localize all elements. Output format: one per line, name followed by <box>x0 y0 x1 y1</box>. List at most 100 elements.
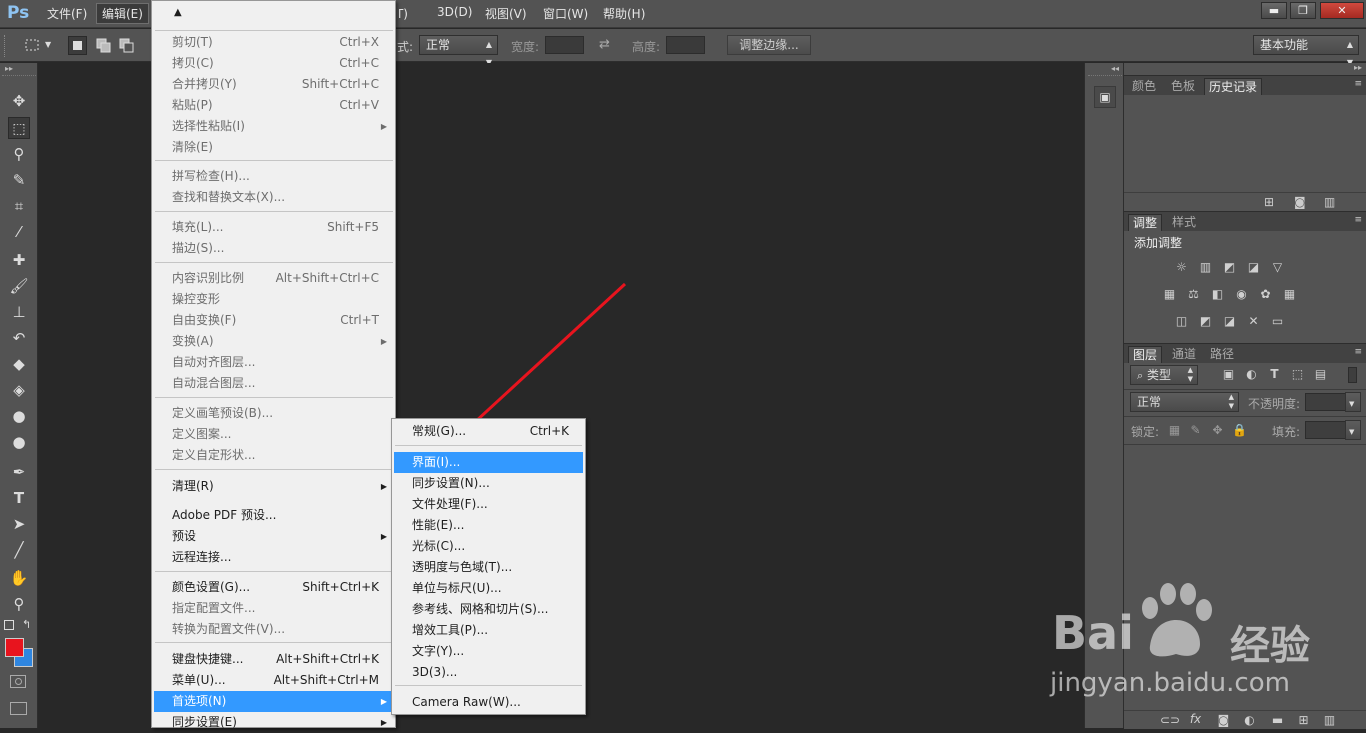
edit-menu-item[interactable]: 颜色设置(G)... Shift+Ctrl+K <box>154 577 393 598</box>
trash-icon[interactable]: ▥ <box>1324 195 1335 209</box>
scroll-up-arrow[interactable]: ▲ <box>174 7 182 18</box>
hand-tool-icon[interactable]: ✋ <box>8 567 30 589</box>
edit-menu-item[interactable]: 内容识别比例 Alt+Shift+Ctrl+C <box>154 268 393 289</box>
new-document-from-state-icon[interactable]: ⊞ <box>1264 195 1274 209</box>
edit-menu-item[interactable]: 合并拷贝(Y) Shift+Ctrl+C <box>154 74 393 95</box>
lock-position-icon[interactable]: ✥ <box>1210 424 1225 437</box>
new-layer-icon[interactable]: ⊞ <box>1296 714 1311 727</box>
menu-edit[interactable]: 编辑(E) <box>96 3 149 24</box>
selection-mode-new[interactable] <box>68 36 87 55</box>
marquee-tool-icon[interactable]: ⬚ <box>8 117 30 139</box>
edit-menu-item[interactable]: 自动对齐图层... <box>154 352 393 373</box>
edit-menu-item[interactable]: 查找和替换文本(X)... <box>154 187 393 208</box>
filter-toggle[interactable] <box>1348 367 1357 383</box>
tab-styles[interactable]: 样式 <box>1168 214 1200 231</box>
edit-menu-item[interactable]: 变换(A) ▶ <box>154 331 393 352</box>
filter-smart-object-icon[interactable]: ▤ <box>1313 368 1328 381</box>
panel-menu-icon[interactable]: ≡ <box>1354 347 1362 357</box>
edit-menu-item[interactable]: 定义自定形状... <box>154 445 393 466</box>
new-adjustment-layer-icon[interactable]: ◐ <box>1242 714 1257 727</box>
subtract-selection-icon[interactable] <box>119 38 135 54</box>
eraser-tool-icon[interactable]: ◆ <box>8 353 30 375</box>
opacity-dropdown[interactable]: ▼ <box>1345 392 1361 412</box>
invert-icon[interactable]: ◫ <box>1174 315 1189 328</box>
width-input[interactable] <box>545 36 584 54</box>
color-lookup-icon[interactable]: ▦ <box>1282 288 1297 301</box>
levels-icon[interactable]: ▥ <box>1198 261 1213 274</box>
minimize-button[interactable]: ▬ <box>1261 2 1287 19</box>
panel-menu-icon[interactable]: ≡ <box>1354 79 1362 89</box>
workspace-select[interactable]: 基本功能▲▼ <box>1253 35 1359 67</box>
preferences-menu-item[interactable]: Camera Raw(W)... <box>394 692 583 713</box>
new-group-icon[interactable]: ▬ <box>1270 714 1285 727</box>
panel-menu-icon[interactable]: ≡ <box>1354 215 1362 225</box>
edit-menu-item[interactable]: 选择性粘贴(I) ▶ <box>154 116 393 137</box>
edit-menu-item[interactable]: 键盘快捷键... Alt+Shift+Ctrl+K <box>154 649 393 670</box>
tab-adjustments[interactable]: 调整 <box>1128 214 1163 231</box>
swap-icon[interactable]: ⇄ <box>599 37 610 52</box>
edit-menu-item[interactable]: 清理(R) ▶ <box>154 476 393 497</box>
edit-menu-item[interactable]: 操控变形 <box>154 289 393 310</box>
edit-menu-item[interactable]: 拼写检查(H)... <box>154 166 393 187</box>
color-balance-icon[interactable]: ⚖ <box>1186 288 1201 301</box>
collapse-tools-icon[interactable]: ▸▸ <box>5 64 13 73</box>
exposure-icon[interactable]: ◪ <box>1246 261 1261 274</box>
zoom-tool-icon[interactable]: ⚲ <box>8 593 30 615</box>
foreground-color-swatch[interactable] <box>5 638 24 657</box>
preferences-menu-item[interactable]: 同步设置(N)... <box>394 473 583 494</box>
filter-shape-icon[interactable]: ⬚ <box>1290 368 1305 381</box>
preferences-menu-item[interactable]: 界面(I)... <box>394 452 583 473</box>
brightness-icon[interactable]: ☼ <box>1174 261 1189 274</box>
filter-pixel-icon[interactable]: ▣ <box>1221 368 1236 381</box>
lock-image-icon[interactable]: ✎ <box>1188 424 1203 437</box>
edit-menu-item[interactable]: 菜单(U)... Alt+Shift+Ctrl+M <box>154 670 393 691</box>
preferences-menu-item[interactable]: 文字(Y)... <box>394 641 583 662</box>
menu-view[interactable]: 视图(V) <box>485 5 527 22</box>
menu-file[interactable]: 文件(F) <box>47 5 87 22</box>
quick-mask-icon[interactable] <box>10 675 26 688</box>
menu-3d[interactable]: 3D(D) <box>437 5 472 19</box>
delete-layer-icon[interactable]: ▥ <box>1322 714 1337 727</box>
black-white-icon[interactable]: ◧ <box>1210 288 1225 301</box>
preferences-menu-item[interactable]: 透明度与色域(T)... <box>394 557 583 578</box>
preferences-menu-item[interactable]: 常规(G)... Ctrl+K <box>394 421 583 442</box>
blend-mode-select[interactable]: 正常 ▲ ▼ <box>1130 392 1239 412</box>
brush-tool-icon[interactable]: 🖌 <box>8 275 30 297</box>
close-button[interactable]: ✕ <box>1320 2 1364 19</box>
tab-channels[interactable]: 通道 <box>1168 346 1200 363</box>
tab-history[interactable]: 历史记录 <box>1204 78 1263 95</box>
vibrance-icon[interactable]: ▽ <box>1270 261 1285 274</box>
fx-icon[interactable]: fx <box>1188 713 1203 726</box>
opacity-input[interactable] <box>1305 393 1346 411</box>
default-colors-icon[interactable] <box>4 620 14 630</box>
edit-menu-item[interactable]: 清除(E) <box>154 137 393 158</box>
menu-window[interactable]: 窗口(W) <box>543 5 588 22</box>
threshold-icon[interactable]: ◪ <box>1222 315 1237 328</box>
history-brush-tool-icon[interactable]: ↶ <box>8 327 30 349</box>
edit-menu-item[interactable]: 自由变换(F) Ctrl+T <box>154 310 393 331</box>
edit-menu-item[interactable]: 粘贴(P) Ctrl+V <box>154 95 393 116</box>
type-tool-icon[interactable]: T <box>8 487 30 509</box>
fill-dropdown[interactable]: ▼ <box>1345 420 1361 440</box>
collapse-panels-icon[interactable]: ▸▸ <box>1354 63 1362 72</box>
tab-swatches[interactable]: 色板 <box>1167 78 1199 95</box>
photo-filter-icon[interactable]: ◉ <box>1234 288 1249 301</box>
fill-input[interactable] <box>1305 421 1346 439</box>
move-tool-icon[interactable]: ✥ <box>8 90 30 112</box>
lock-all-icon[interactable]: 🔒 <box>1232 424 1247 437</box>
edit-menu-item[interactable]: 首选项(N) ▶ <box>154 691 393 712</box>
eyedropper-tool-icon[interactable]: ⁄ <box>8 221 30 243</box>
gradient-map-icon[interactable]: ▭ <box>1270 315 1285 328</box>
pen-tool-icon[interactable]: ✒ <box>8 461 30 483</box>
edit-menu-item[interactable]: 远程连接... <box>154 547 393 568</box>
height-input[interactable] <box>666 36 705 54</box>
filter-type-icon[interactable]: T <box>1267 368 1282 381</box>
link-layers-icon[interactable]: ⊂⊃ <box>1160 714 1180 727</box>
screen-mode-icon[interactable] <box>10 702 27 715</box>
preferences-menu-item[interactable]: 3D(3)... <box>394 662 583 683</box>
info-panel-icon[interactable]: ▣ <box>1094 86 1116 108</box>
edit-menu-item[interactable]: 同步设置(E) ▶ <box>154 712 393 733</box>
edit-menu-item[interactable]: 预设 ▶ <box>154 526 393 547</box>
filter-adjustment-icon[interactable]: ◐ <box>1244 368 1259 381</box>
paint-bucket-tool-icon[interactable]: ◈ <box>8 379 30 401</box>
